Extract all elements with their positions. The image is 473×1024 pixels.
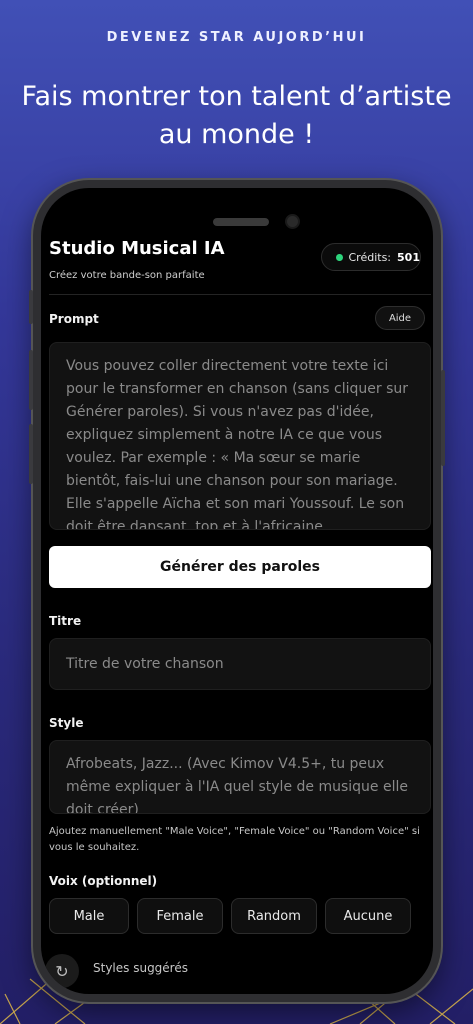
app-title: Studio Musical IA	[49, 238, 225, 259]
phone-frame: Studio Musical IA Créez votre bande-son …	[29, 180, 445, 1002]
prompt-textarea[interactable]: Vous pouvez coller directement votre tex…	[49, 342, 431, 530]
credits-badge[interactable]: Crédits: 501	[321, 243, 421, 271]
camera-dot	[287, 216, 298, 227]
prompt-label: Prompt	[49, 312, 99, 326]
headline-line-2: au monde !	[158, 119, 315, 150]
status-dot-icon	[336, 253, 343, 261]
help-button[interactable]: Aide	[375, 306, 425, 330]
phone-volume-down	[29, 424, 33, 484]
phone-power-button	[441, 370, 445, 466]
voice-options: Male Female Random Aucune	[49, 898, 411, 934]
headline-line-1: Fais montrer ton talent d’artiste	[21, 81, 452, 112]
suggested-styles-label: Styles suggérés	[93, 961, 188, 975]
title-input[interactable]: Titre de votre chanson	[49, 638, 431, 690]
phone-screen: Studio Musical IA Créez votre bande-son …	[41, 188, 433, 994]
promo-kicker: DEVENEZ STAR AUJORD’HUI	[106, 30, 367, 45]
style-textarea[interactable]: Afrobeats, Jazz... (Avec Kimov V4.5+, tu…	[49, 740, 431, 814]
voice-option-female[interactable]: Female	[137, 898, 223, 934]
voice-option-none[interactable]: Aucune	[325, 898, 411, 934]
voice-label: Voix (optionnel)	[49, 874, 158, 888]
phone-mute-switch	[29, 290, 33, 324]
generate-lyrics-button[interactable]: Générer des paroles	[49, 546, 431, 588]
header-divider	[49, 294, 431, 295]
title-label: Titre	[49, 614, 82, 628]
promo-headline: Fais montrer ton talent d’artiste au mon…	[0, 78, 473, 154]
app-subtitle: Créez votre bande-son parfaite	[49, 270, 205, 281]
voice-option-male[interactable]: Male	[49, 898, 129, 934]
voice-hint-text: Ajoutez manuellement "Male Voice", "Fema…	[49, 826, 420, 853]
credits-value: 501	[397, 250, 420, 264]
credits-label: Crédits:	[348, 250, 392, 264]
phone-volume-up	[29, 350, 33, 410]
voice-option-random[interactable]: Random	[231, 898, 317, 934]
refresh-icon[interactable]: ↻	[45, 954, 79, 988]
style-label: Style	[49, 716, 84, 730]
speaker-notch	[213, 218, 269, 226]
